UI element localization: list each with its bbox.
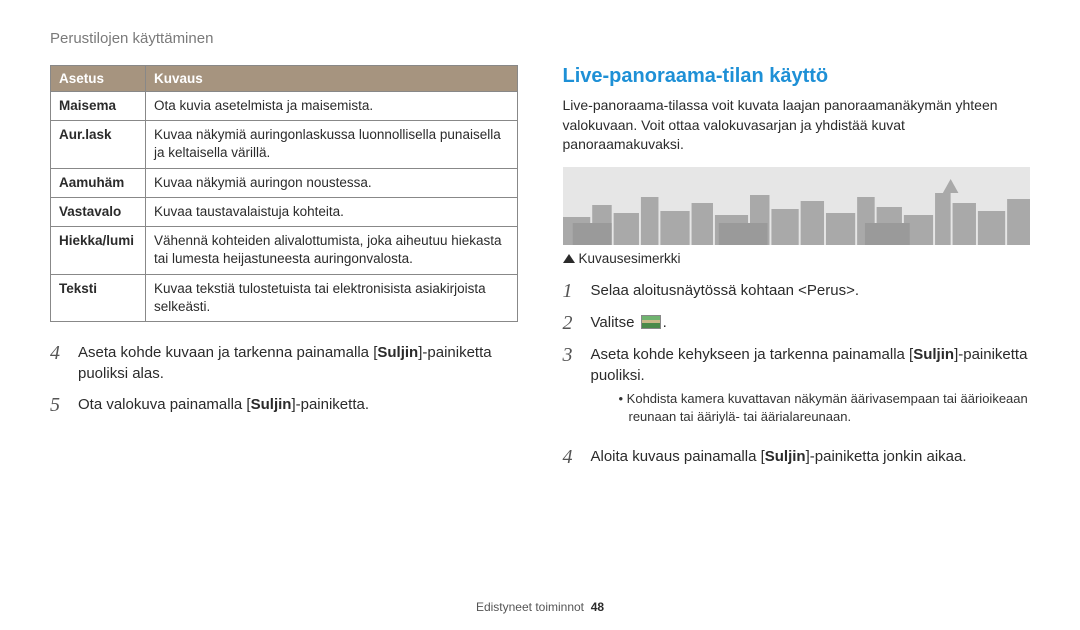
step-1-right: 1 Selaa aloitusnäytössä kohtaan <Perus>. — [563, 280, 1031, 302]
step-number: 1 — [563, 280, 581, 302]
step-5-left: 5 Ota valokuva painamalla [Suljin]-paini… — [50, 394, 518, 416]
right-column: Live-panoraama-tilan käyttö Live-panoraa… — [563, 65, 1031, 478]
step-number: 4 — [50, 342, 68, 384]
step-2-right: 2 Valitse . — [563, 312, 1031, 334]
step-number: 2 — [563, 312, 581, 334]
settings-table: Asetus Kuvaus MaisemaOta kuvia asetelmis… — [50, 65, 518, 322]
table-row: Aur.laskKuvaa näkymiä auringonlaskussa l… — [51, 121, 518, 168]
table-row: AamuhämKuvaa näkymiä auringon noustessa. — [51, 168, 518, 197]
panorama-example-image — [563, 167, 1031, 245]
step-3-subnote: Kohdista kamera kuvattavan näkymän ääriv… — [605, 390, 1031, 426]
table-row: TekstiKuvaa tekstiä tulostetuista tai el… — [51, 274, 518, 321]
intro-paragraph: Live-panoraama-tilassa voit kuvata laaja… — [563, 96, 1031, 155]
step-number: 3 — [563, 344, 581, 436]
section-title: Live-panoraama-tilan käyttö — [563, 65, 1031, 88]
panorama-caption: Kuvausesimerkki — [563, 251, 1031, 266]
step-4-right: 4 Aloita kuvaus painamalla [Suljin]-pain… — [563, 446, 1031, 468]
th-setting: Asetus — [51, 66, 146, 92]
page-footer: Edistyneet toiminnot 48 — [0, 600, 1080, 614]
panorama-mode-icon — [641, 315, 661, 329]
breadcrumb: Perustilojen käyttäminen — [50, 30, 1030, 47]
step-4-left: 4 Aseta kohde kuvaan ja tarkenna painama… — [50, 342, 518, 384]
step-3-right: 3 Aseta kohde kehykseen ja tarkenna pain… — [563, 344, 1031, 436]
table-row: MaisemaOta kuvia asetelmista ja maisemis… — [51, 92, 518, 121]
table-row: Hiekka/lumiVähennä kohteiden alivalottum… — [51, 227, 518, 274]
step-number: 4 — [563, 446, 581, 468]
left-column: Asetus Kuvaus MaisemaOta kuvia asetelmis… — [50, 65, 518, 478]
step-number: 5 — [50, 394, 68, 416]
table-row: VastavaloKuvaa taustavalaistuja kohteita… — [51, 197, 518, 226]
triangle-up-icon — [563, 254, 575, 263]
th-description: Kuvaus — [146, 66, 518, 92]
